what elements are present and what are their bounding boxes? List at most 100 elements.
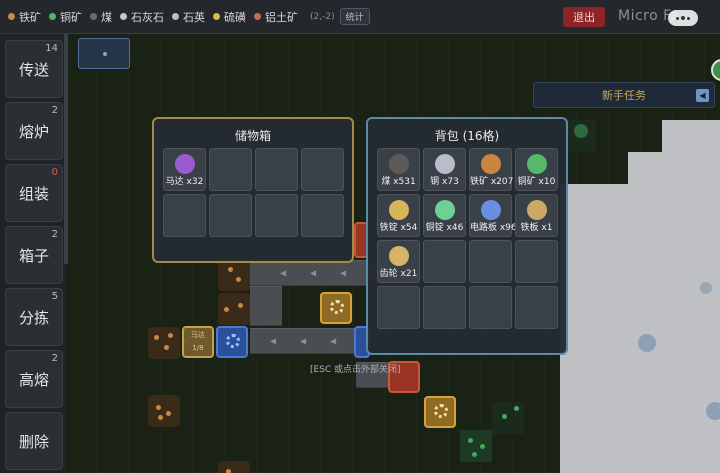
inventory-slot[interactable] xyxy=(515,286,558,329)
inventory-slot[interactable]: 钢 x73 xyxy=(423,148,466,191)
resource-dot-icon xyxy=(213,13,220,20)
storage-chest-machine[interactable] xyxy=(216,326,248,358)
conveyor-belt[interactable]: ◀ ◀ ◀ xyxy=(250,328,370,354)
conveyor-belt[interactable] xyxy=(250,286,282,326)
resource-list: 铁矿 铜矿 煤 石灰石 石英 硫磺 铝土矿 xyxy=(0,9,298,25)
resource-item: 石灰石 xyxy=(120,9,164,25)
tool-label: 组装 xyxy=(18,184,49,203)
inventory-slot[interactable] xyxy=(469,240,512,283)
inventory-slot[interactable]: 齿轮 x21 xyxy=(377,240,420,283)
tool-count-badge: 2 xyxy=(51,105,58,116)
inventory-slot[interactable] xyxy=(469,286,512,329)
quartz-deposit xyxy=(700,282,712,294)
resource-label: 铁矿 xyxy=(19,10,41,24)
resource-item: 煤 xyxy=(90,9,112,25)
tool-label: 熔炉 xyxy=(18,122,49,141)
resource-item: 铜矿 xyxy=(49,9,82,25)
tool-label: 删除 xyxy=(18,432,49,451)
item-icon xyxy=(527,200,547,220)
inventory-slot[interactable]: 马达 x32 xyxy=(163,148,206,191)
resource-dot-icon xyxy=(90,13,97,20)
item-icon xyxy=(175,154,195,174)
iron-ore-tile[interactable] xyxy=(148,395,180,427)
tool-label: 箱子 xyxy=(18,246,49,265)
item-icon xyxy=(389,154,409,174)
stone-terrain xyxy=(560,184,640,473)
blueprint-tile[interactable] xyxy=(78,38,130,69)
inventory-slot[interactable] xyxy=(301,194,344,237)
iron-ore-tile[interactable] xyxy=(218,293,250,325)
quest-panel[interactable]: 新手任务 ◀ xyxy=(533,82,715,108)
conveyor-belt[interactable]: ◀ ◀ ◀ xyxy=(250,260,370,286)
item-label: 铁锭 x54 xyxy=(379,223,418,233)
assembler-machine[interactable] xyxy=(424,396,456,428)
item-icon xyxy=(389,246,409,266)
tool-button[interactable]: 分拣 5 xyxy=(5,288,63,346)
inventory-slot[interactable] xyxy=(209,194,252,237)
resource-item: 铁矿 xyxy=(8,9,41,25)
item-label: 马达 x32 xyxy=(165,177,204,187)
build-toolbar: 传送 14 熔炉 2 组装 0 箱子 2 分拣 5 高熔 2 删除 xyxy=(0,34,68,473)
tool-button[interactable]: 高熔 2 xyxy=(5,350,63,408)
inventory-slot[interactable] xyxy=(301,148,344,191)
tool-count-badge: 2 xyxy=(51,353,58,364)
inventory-slot[interactable] xyxy=(377,286,420,329)
resource-item: 硫磺 xyxy=(213,9,246,25)
resource-dot-icon xyxy=(254,13,261,20)
resource-label: 煤 xyxy=(101,10,112,24)
tool-button[interactable]: 删除 xyxy=(5,412,63,470)
copper-ore-tile[interactable] xyxy=(460,430,492,462)
iron-ore-tile[interactable] xyxy=(218,259,250,291)
tool-label: 分拣 xyxy=(18,308,49,327)
tool-count-badge: 0 xyxy=(51,167,58,178)
toolbar-scrollbar[interactable] xyxy=(64,34,68,264)
copper-ore-tile[interactable] xyxy=(564,120,596,152)
quartz-deposit xyxy=(638,334,656,352)
more-options-icon[interactable] xyxy=(668,10,698,26)
inventory-slot[interactable]: 煤 x531 xyxy=(377,148,420,191)
tool-button[interactable]: 箱子 2 xyxy=(5,226,63,284)
resource-item: 铝土矿 xyxy=(254,9,298,25)
resource-dot-icon xyxy=(8,13,15,20)
inventory-slot[interactable] xyxy=(209,148,252,191)
backpack-panel: 背包 (16格) 煤 x531 钢 x73 铁矿 x207 铜矿 x10 铁锭 x54 铜… xyxy=(366,117,568,355)
item-label: 铁矿 x207 xyxy=(470,177,514,187)
stone-terrain xyxy=(628,152,720,473)
collapse-icon[interactable]: ◀ xyxy=(696,89,709,102)
inventory-slot[interactable]: 铜锭 x46 xyxy=(423,194,466,237)
item-icon xyxy=(481,200,501,220)
assembler-machine[interactable] xyxy=(320,292,352,324)
tool-button[interactable]: 熔炉 2 xyxy=(5,102,63,160)
inventory-slot[interactable] xyxy=(255,194,298,237)
motor-machine[interactable]: 马达 1/8 xyxy=(182,326,214,358)
inventory-slot[interactable] xyxy=(423,286,466,329)
storage-chest-panel: 储物箱 马达 x32 xyxy=(152,117,354,263)
inventory-slot[interactable] xyxy=(255,148,298,191)
inventory-slot[interactable] xyxy=(423,240,466,283)
resource-bar: 铁矿 铜矿煤石灰石 石英 硫磺 铝土矿 (2,-2) 统计 退出 Micro Fa xyxy=(0,0,720,34)
inventory-slot[interactable]: 电路板 x96 xyxy=(469,194,517,237)
inventory-slot[interactable] xyxy=(163,194,206,237)
tool-count-badge: 14 xyxy=(45,43,58,54)
tool-button[interactable]: 组装 0 xyxy=(5,164,63,222)
iron-ore-tile[interactable] xyxy=(218,461,250,473)
exit-button[interactable]: 退出 xyxy=(563,7,605,27)
item-label: 钢 x73 xyxy=(430,177,459,187)
close-hint: [ESC 或点击外部关闭] xyxy=(310,365,401,375)
stone-terrain xyxy=(662,120,720,160)
resource-dot-icon xyxy=(172,13,179,20)
tool-label: 传送 xyxy=(18,60,49,79)
item-icon xyxy=(527,154,547,174)
inventory-slot[interactable]: 铁锭 x54 xyxy=(377,194,420,237)
item-label: 齿轮 x21 xyxy=(379,269,418,279)
inventory-slot[interactable]: 铁矿 x207 xyxy=(469,148,514,191)
inventory-slot[interactable]: 铜矿 x10 xyxy=(515,148,558,191)
inventory-slot[interactable] xyxy=(515,240,558,283)
item-label: 铁板 x1 xyxy=(520,223,553,233)
inventory-slot[interactable]: 铁板 x1 xyxy=(515,194,558,237)
iron-ore-tile[interactable] xyxy=(148,327,180,359)
tool-button[interactable]: 传送 14 xyxy=(5,40,63,98)
copper-ore-tile[interactable] xyxy=(492,402,524,434)
stats-button[interactable]: 统计 xyxy=(339,8,370,25)
resource-label: 硫磺 xyxy=(224,10,246,24)
